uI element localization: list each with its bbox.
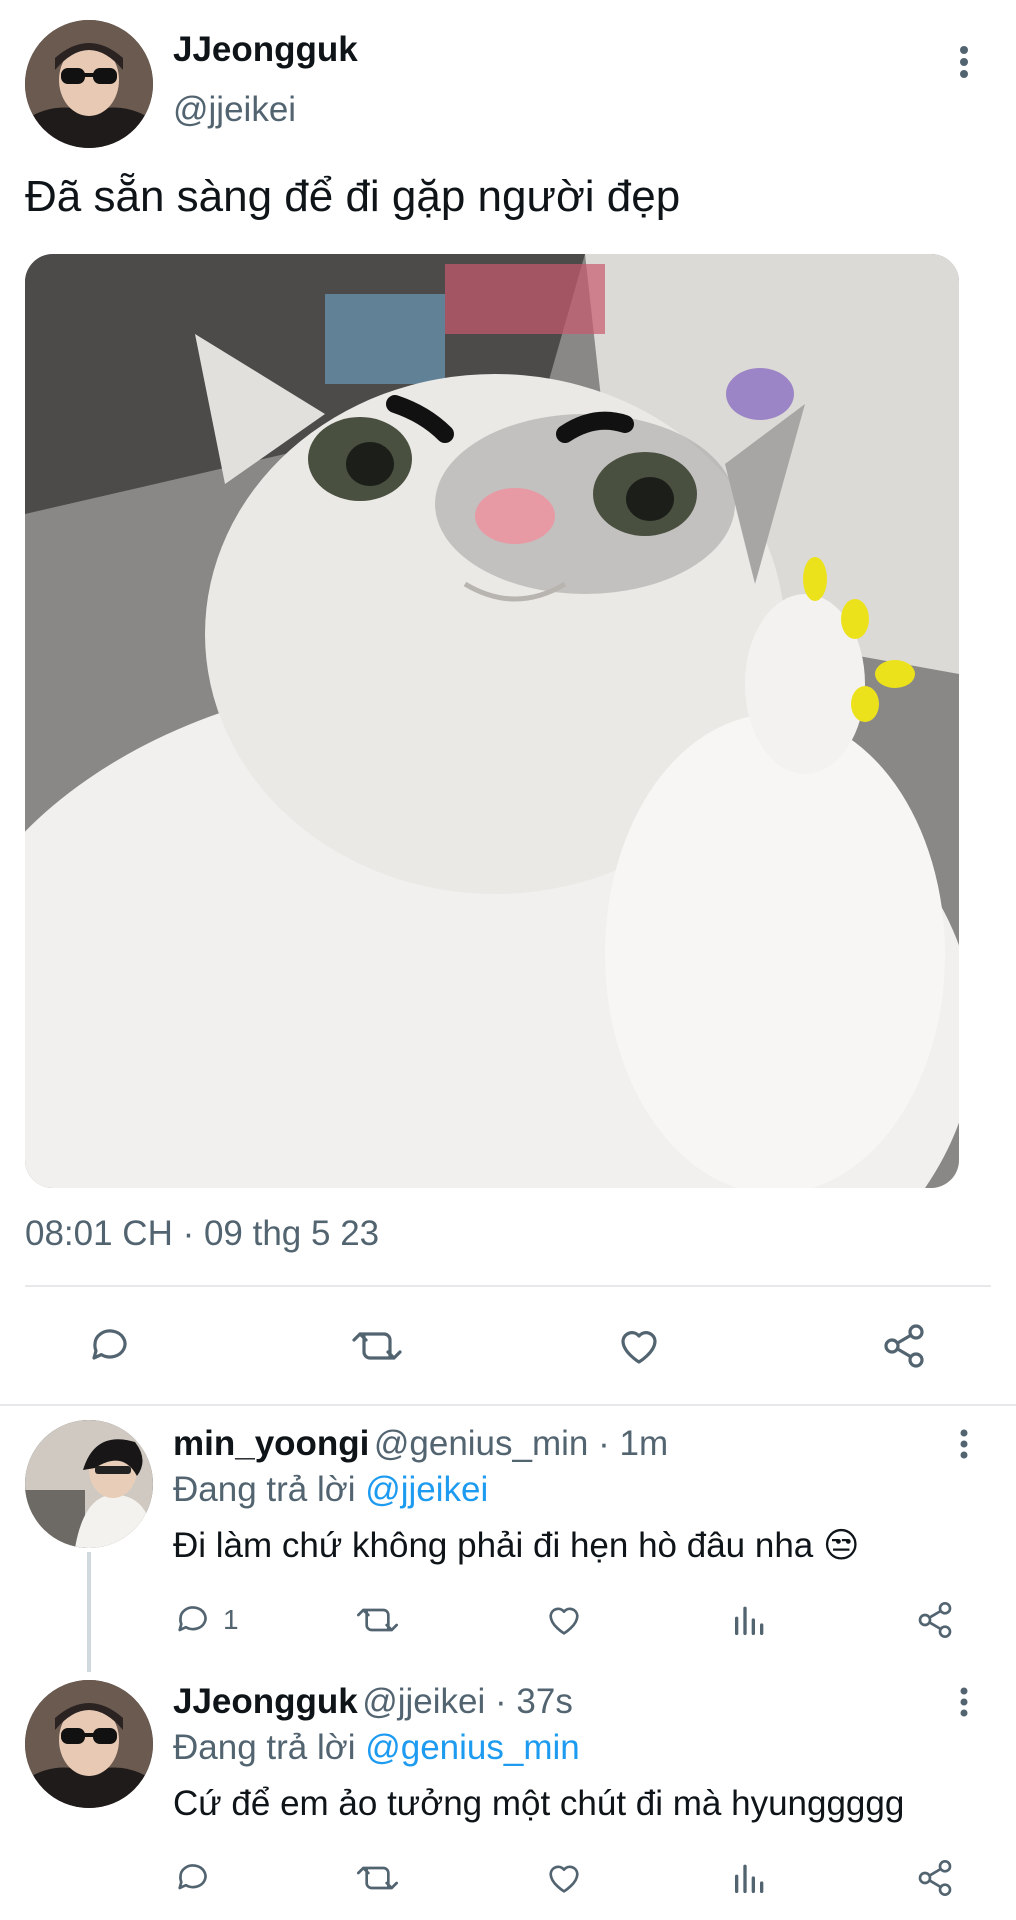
reply-icon	[92, 1329, 127, 1360]
mention-link[interactable]: @genius_min	[365, 1728, 580, 1767]
reply-text: Cứ để em ảo tưởng một chút đi mà hyunggg…	[173, 1784, 905, 1823]
mention-link[interactable]: @jjeikei	[365, 1470, 488, 1509]
more-options-icon[interactable]	[950, 42, 978, 82]
retweet-icon	[352, 1332, 402, 1360]
reply-button[interactable]	[173, 1858, 223, 1898]
reply-count: 1	[223, 1604, 239, 1635]
retweet-button[interactable]	[355, 1858, 400, 1898]
tweet-image[interactable]	[25, 254, 959, 1188]
reply-button[interactable]	[86, 1322, 134, 1370]
retweet-icon	[357, 1866, 398, 1890]
reply-button[interactable]: 1	[173, 1600, 239, 1640]
retweet-button[interactable]	[355, 1600, 400, 1640]
replying-to: Đang trả lời @jjeikei	[173, 1470, 488, 1510]
reply-header: JJeongguk @jjeikei · 37s	[173, 1682, 573, 1722]
views-button[interactable]	[730, 1600, 770, 1640]
divider	[0, 1404, 1016, 1406]
replying-label: Đang trả lời	[173, 1470, 366, 1509]
author-avatar[interactable]	[25, 20, 153, 148]
more-options-icon[interactable]	[953, 1686, 975, 1718]
thread-line	[87, 1552, 91, 1672]
like-button[interactable]	[614, 1322, 664, 1370]
reply-avatar[interactable]	[25, 1420, 153, 1548]
author-handle[interactable]: @jjeikei	[173, 90, 296, 130]
reply-icon	[178, 1864, 207, 1890]
retweet-icon	[357, 1608, 398, 1632]
reply-icon	[178, 1606, 207, 1632]
share-icon	[918, 1602, 952, 1638]
author-name[interactable]: JJeongguk	[173, 30, 358, 70]
replying-label: Đang trả lời	[173, 1728, 366, 1767]
reply-meta: @genius_min · 1m	[373, 1424, 669, 1463]
heart-icon	[621, 1331, 657, 1364]
reply-meta: @jjeikei · 37s	[362, 1682, 573, 1721]
reply-author-name[interactable]: min_yoongi	[173, 1424, 369, 1463]
divider	[25, 1285, 991, 1287]
like-button[interactable]	[543, 1858, 585, 1898]
share-icon	[884, 1324, 924, 1368]
like-button[interactable]	[543, 1600, 585, 1640]
analytics-icon	[735, 1606, 764, 1635]
tweet-timestamp: 08:01 CH · 09 thg 5 23	[25, 1214, 380, 1253]
reply-avatar[interactable]	[25, 1680, 153, 1808]
tweet-text: Đã sẵn sàng để đi gặp người đẹp	[25, 172, 681, 221]
share-button[interactable]	[915, 1858, 955, 1898]
replying-to: Đang trả lời @genius_min	[173, 1728, 580, 1768]
heart-icon	[549, 1607, 579, 1635]
share-button[interactable]	[880, 1322, 928, 1370]
reply-author-name[interactable]: JJeongguk	[173, 1682, 358, 1721]
more-options-icon[interactable]	[953, 1428, 975, 1460]
share-button[interactable]	[915, 1600, 955, 1640]
retweet-button[interactable]	[350, 1322, 404, 1370]
heart-icon	[549, 1865, 579, 1893]
reply-header: min_yoongi @genius_min · 1m	[173, 1424, 668, 1464]
analytics-icon	[735, 1864, 764, 1893]
views-button[interactable]	[730, 1858, 770, 1898]
reply-text: Đi làm chứ không phải đi hẹn hò đâu nha …	[173, 1526, 860, 1565]
share-icon	[918, 1860, 952, 1896]
